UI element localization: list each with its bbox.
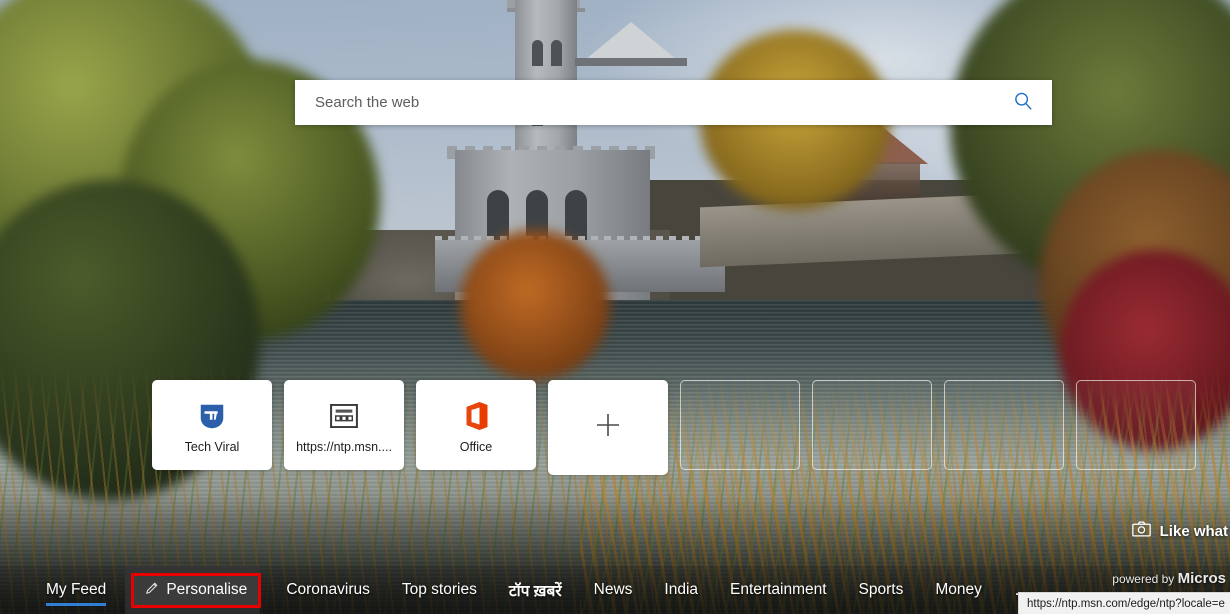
new-tab-page: Tech Viral https://ntp.msn.... <box>0 0 1230 614</box>
nav-item-top-stories[interactable]: Top stories <box>388 575 491 605</box>
search-button[interactable] <box>994 80 1052 125</box>
empty-tile-placeholder[interactable] <box>680 380 800 470</box>
nav-item-my-feed[interactable]: My Feed <box>32 575 120 606</box>
like-what-you-see-button[interactable]: Like what <box>1131 521 1230 541</box>
nav-item-top-khabren[interactable]: टॉप ख़बरें <box>495 573 576 607</box>
microsoft-office-icon <box>463 396 490 436</box>
tower-window <box>551 40 562 66</box>
tile-tech-viral[interactable]: Tech Viral <box>152 380 272 470</box>
pavilion-roof <box>585 22 677 60</box>
status-bar-url: https://ntp.msn.com/edge/ntp?locale=e <box>1018 592 1230 614</box>
personalise-label: Personalise <box>166 581 248 598</box>
search-input[interactable] <box>295 94 994 111</box>
nav-label: Top stories <box>401 581 477 598</box>
tree-foliage <box>460 230 610 380</box>
techviral-tv-logo-icon <box>197 396 227 436</box>
pencil-icon <box>145 581 159 600</box>
powered-by-brand: Micros <box>1177 570 1226 587</box>
empty-tile-placeholder[interactable] <box>944 380 1064 470</box>
nav-item-sports[interactable]: Sports <box>845 575 918 605</box>
quick-links-row: Tech Viral https://ntp.msn.... Office <box>152 380 1196 475</box>
nav-label: My Feed <box>46 581 107 598</box>
tile-ntp-msn[interactable]: https://ntp.msn.... <box>284 380 404 470</box>
tile-label: Tech Viral <box>184 440 240 454</box>
status-bar-url-text: https://ntp.msn.com/edge/ntp?locale=e <box>1027 597 1225 610</box>
empty-tile-placeholder[interactable] <box>1076 380 1196 470</box>
camera-icon <box>1131 521 1151 541</box>
add-shortcut-tile[interactable] <box>548 380 668 475</box>
search-box[interactable] <box>295 80 1052 125</box>
plus-icon <box>595 412 621 443</box>
nav-label: News <box>593 581 633 598</box>
nav-label: Money <box>935 581 982 598</box>
nav-item-entertainment[interactable]: Entertainment <box>716 575 841 605</box>
nav-item-coronavirus[interactable]: Coronavirus <box>272 575 384 605</box>
search-icon <box>1012 90 1034 115</box>
like-what-label: Like what <box>1159 522 1228 540</box>
tower-window <box>532 40 543 66</box>
nav-item-money[interactable]: Money <box>921 575 996 605</box>
tile-label: https://ntp.msn.... <box>296 440 392 454</box>
nav-label: India <box>664 581 699 598</box>
nav-item-india[interactable]: India <box>650 575 712 605</box>
generic-website-icon <box>330 396 358 436</box>
personalise-button[interactable]: Personalise <box>131 572 262 608</box>
pavilion-deck <box>575 58 687 66</box>
powered-by-label: powered by Micros <box>1112 570 1226 587</box>
tile-office[interactable]: Office <box>416 380 536 470</box>
nav-label: Sports <box>858 581 904 598</box>
nav-label: टॉप ख़बरें <box>508 583 562 600</box>
empty-tile-placeholder[interactable] <box>812 380 932 470</box>
powered-by-prefix: powered by <box>1112 572 1178 586</box>
nav-item-news[interactable]: News <box>580 575 647 605</box>
nav-label: Coronavirus <box>286 581 370 598</box>
tile-label: Office <box>459 440 493 454</box>
nav-label: Entertainment <box>730 581 827 598</box>
